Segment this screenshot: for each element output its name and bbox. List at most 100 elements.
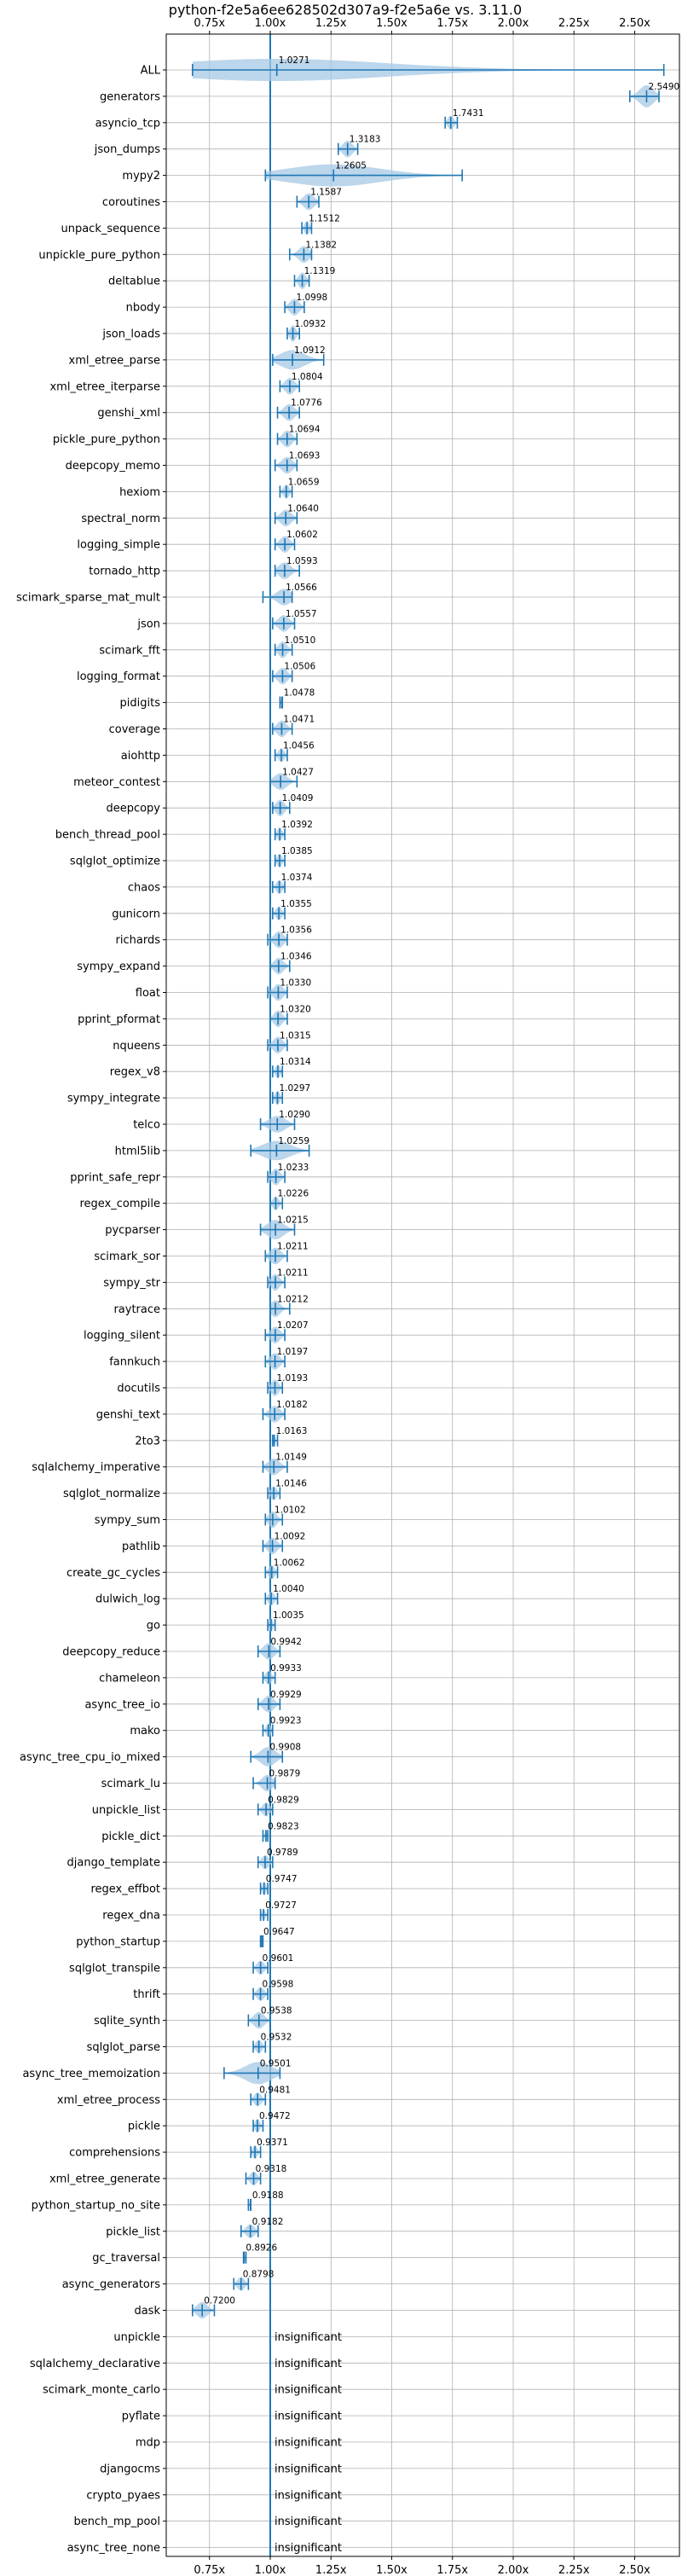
benchmark-label: chameleon [99,1672,160,1685]
mean-value-label: 2.5490 [648,82,679,92]
benchmark-label: sqlglot_normalize [63,1488,160,1500]
mean-value-label: 1.0355 [280,899,312,909]
mean-value-label: 0.8926 [246,2243,277,2254]
benchmark-label: aiohttp [121,750,160,763]
mean-value-label: 1.0456 [283,740,315,751]
mean-value-label: 1.1382 [305,240,337,250]
benchmark-label: pickle [128,2121,160,2133]
mean-value-label: 0.9538 [261,2006,292,2016]
benchmark-label: logging_silent [84,1330,160,1343]
mean-value-label: 0.9532 [261,2033,292,2043]
mean-value-label: 1.1512 [309,213,340,223]
mean-value-label: 1.0659 [288,477,320,487]
benchmark-label: json_dumps [94,143,160,156]
mean-value-label: 1.0315 [280,1030,311,1041]
mean-value-label: 1.0149 [275,1453,307,1463]
benchmark-label: sympy_expand [77,960,160,973]
mean-value-label: 1.0226 [277,1189,309,1199]
benchmark-label: xml_etree_iterparse [49,380,160,393]
benchmark-label: coverage [109,723,160,736]
benchmark-label: async_generators [62,2278,161,2291]
chart-title: python-f2e5a6ee628502d307a9-f2e5a6e vs. … [169,2,522,18]
mean-value-label: 1.0392 [281,820,313,830]
benchmark-label: sympy_integrate [67,1093,160,1105]
benchmark-label: nqueens [113,1040,160,1053]
benchmark-label: scimark_fft [99,644,160,657]
mean-value-label: 1.1319 [304,266,336,276]
mean-value-label: 1.0297 [279,1083,310,1094]
mean-value-label: 1.0211 [277,1242,309,1252]
mean-value-label: 1.0804 [292,372,323,382]
benchmark-label: sqlalchemy_imperative [32,1461,160,1474]
benchmark-label: json [136,618,160,630]
benchmark-label: pathlib [122,1540,160,1553]
mean-value-label: 1.0593 [286,556,318,566]
x-tick-label-bottom: 0.75x [194,2564,225,2576]
mean-value-label: 1.0776 [291,398,322,409]
benchmark-label: 2to3 [135,1435,160,1448]
benchmark-label: generators [100,90,160,103]
mean-value-label: 1.0471 [283,715,315,725]
mean-value-label: 1.0510 [285,635,316,646]
x-tick-label-top: 2.50x [619,17,650,30]
mean-value-label: 1.0102 [275,1506,306,1516]
mean-value-label: 1.0092 [275,1531,306,1541]
mean-value-label: 0.9908 [269,1743,301,1753]
benchmark-label: pprint_pformat [78,1013,160,1026]
benchmark-label: deepcopy [106,803,160,815]
benchmark-label: async_tree_io [84,1698,160,1711]
mean-value-label: 1.0409 [282,793,314,804]
benchmark-label: dulwich_log [95,1593,160,1606]
mean-value-label: 1.0557 [286,609,317,619]
benchmark-label: deltablue [108,276,160,288]
mean-value-label: 1.0207 [277,1320,309,1331]
benchmark-label: unpickle [113,2331,160,2344]
mean-value-label: 1.0193 [277,1373,309,1384]
benchmark-label: ALL [141,65,161,78]
x-tick-label-top: 0.75x [194,17,225,30]
benchmark-label: docutils [117,1383,160,1395]
mean-value-label: 1.0146 [275,1479,307,1489]
benchmark-label: deepcopy_reduce [62,1646,160,1659]
benchmark-label: deepcopy_memo [66,460,160,473]
mean-value-label: 0.9472 [259,2111,291,2121]
benchmark-label: regex_v8 [110,1066,160,1079]
mean-value-label: 1.1587 [310,188,342,198]
benchmark-label: sqlglot_optimize [70,856,160,868]
benchmark-label: logging_format [77,670,160,683]
mean-value-label: 0.9829 [268,1795,299,1805]
benchmark-label: dask [134,2305,160,2318]
mean-value-label: 1.0197 [277,1347,309,1357]
benchmark-label: pickle_list [106,2225,160,2238]
benchmark-label: gc_traversal [92,2252,160,2265]
mean-value-label: 1.0693 [289,451,321,461]
insignificant-label: insignificant [275,2515,342,2528]
benchmark-label: create_gc_cycles [66,1567,160,1580]
mean-value-label: 0.9747 [266,1874,298,1884]
insignificant-label: insignificant [275,2437,342,2450]
mean-value-label: 0.9929 [270,1690,302,1700]
mean-value-label: 1.0330 [280,978,311,989]
insignificant-label: insignificant [275,2542,342,2555]
benchmark-label: pickle_pure_python [53,433,160,446]
benchmark-label: sympy_sum [95,1514,160,1527]
mean-value-label: 1.0040 [273,1584,304,1594]
mean-value-label: 0.9942 [270,1637,302,1647]
x-tick-label-top: 1.50x [376,17,407,30]
benchmark-label: genshi_xml [97,407,160,420]
benchmark-label: regex_dna [102,1910,160,1923]
benchmark-label: chaos [128,881,160,894]
benchmark-label: go [147,1620,160,1633]
insignificant-label: insignificant [275,2411,342,2423]
benchmark-label: unpack_sequence [61,223,160,235]
mean-value-label: 0.9481 [259,2085,291,2095]
mean-value-label: 1.0506 [284,662,315,672]
mean-value-label: 0.9823 [268,1821,299,1831]
benchmark-label: pycparser [105,1224,160,1237]
x-tick-label-top: 2.00x [498,17,529,30]
benchmark-label: unpickle_pure_python [38,249,160,262]
mean-value-label: 1.0998 [296,293,327,303]
insignificant-label: insignificant [275,2331,342,2344]
mean-value-label: 0.9727 [265,1900,297,1911]
mean-value-label: 0.9318 [256,2164,287,2174]
